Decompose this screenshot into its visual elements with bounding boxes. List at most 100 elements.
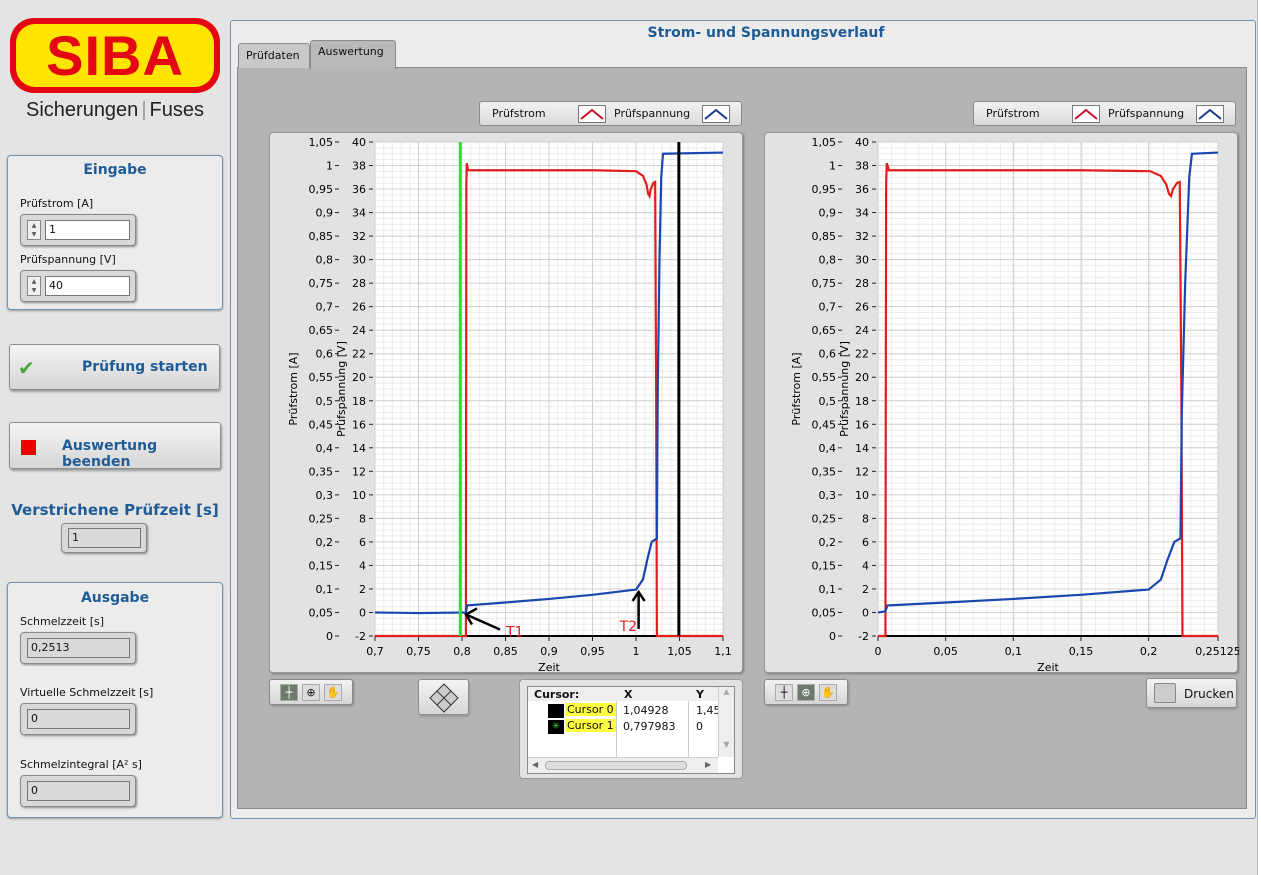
current-tick-label: 0,55	[309, 371, 334, 384]
pruefstrom-stepper[interactable]: ▲ ▼	[27, 220, 41, 240]
evaluation-chart[interactable]: 0,7 0,75 0,8 0,85 0,9 0,95 1 1,05 1,1-2024681012…	[270, 133, 744, 674]
pruefstrom-control: ▲ ▼ 1	[20, 214, 136, 246]
cursor-legend: Cursor: X Y Cursor 0 1,04928 1,45 ✳ Curs…	[519, 679, 743, 779]
elapsed-label: Verstrichene Prüfzeit [s]	[11, 501, 219, 519]
x-tick-label: 0,95	[580, 645, 605, 658]
cursor-tool-icon[interactable]: ┼	[280, 684, 298, 701]
voltage-tick-label: 2	[359, 583, 366, 596]
x-tick-label: 1,1	[714, 645, 732, 658]
x-tick-label: 0,1	[1005, 645, 1023, 658]
x-tick-label: 1	[633, 645, 640, 658]
cursor-move-button[interactable]	[418, 679, 469, 715]
cursor-name: Cursor 0	[565, 703, 616, 716]
voltage-tick-label: 36	[352, 183, 366, 196]
current-tick-label: 0,7	[316, 301, 334, 314]
legend-voltage-swatch[interactable]	[1196, 105, 1224, 123]
current-tick-label: 0,85	[812, 230, 837, 243]
voltage-tick-label: 24	[352, 324, 366, 337]
pruefstrom-input[interactable]: 1	[45, 220, 130, 240]
voltage-tick-label: 28	[855, 277, 869, 290]
current-tick-label: 0,15	[812, 559, 837, 572]
voltage-tick-label: 38	[352, 160, 366, 173]
tab-auswertung[interactable]: Auswertung	[310, 40, 396, 69]
pan-hand-icon[interactable]: ✋	[324, 684, 342, 701]
cursor-row[interactable]: ✳ Cursor 1 0,797983 0	[528, 719, 718, 735]
voltage-axis-label: Prüfspannung [V]	[335, 341, 348, 437]
x-tick-label: 0,75	[406, 645, 431, 658]
printer-icon	[1154, 683, 1176, 703]
legend-current-label: Prüfstrom	[986, 107, 1040, 120]
legend-current-swatch[interactable]	[578, 105, 606, 123]
voltage-tick-label: 6	[862, 536, 869, 549]
horizontal-scrollbar[interactable]: ◀ ▶	[528, 757, 718, 773]
voltage-tick-label: 22	[352, 348, 366, 361]
voltage-tick-label: 40	[352, 136, 366, 149]
x-tick-label: 0,05	[933, 645, 958, 658]
current-tick-label: 0,05	[309, 606, 334, 619]
evaluation-chart-panel: 0,7 0,75 0,8 0,85 0,9 0,95 1 1,05 1,1 -2 0 2 4 6 8 10 12…	[269, 132, 744, 674]
cursor-x: 1,04928	[623, 704, 669, 717]
current-tick-label: 0,85	[309, 230, 334, 243]
integral-label: Schmelzintegral [A² s]	[20, 758, 142, 771]
x-tick-label: 0,85	[493, 645, 518, 658]
voltage-tick-label: 8	[359, 512, 366, 525]
eingabe-title: Eingabe	[83, 162, 147, 178]
current-tick-label: 0,65	[309, 324, 334, 337]
legend-voltage-label: Prüfspannung	[1108, 107, 1185, 120]
legend-current-label: Prüfstrom	[492, 107, 546, 120]
voltage-tick-label: 0	[359, 606, 366, 619]
legend-voltage-label: Prüfspannung	[614, 107, 691, 120]
pruefspannung-control: ▲ ▼ 40	[20, 270, 136, 302]
schmelzzeit-label: Schmelzzeit [s]	[20, 615, 105, 628]
x-tick-label: 0,7	[366, 645, 384, 658]
x-tick-label: 1,05	[667, 645, 692, 658]
current-tick-label: 1	[829, 160, 836, 173]
voltage-tick-label: 22	[855, 348, 869, 361]
cursor-row[interactable]: Cursor 0 1,04928 1,45	[528, 703, 721, 719]
current-tick-label: 0,8	[316, 254, 334, 267]
current-tick-label: 0,35	[812, 465, 837, 478]
pan-hand-icon[interactable]: ✋	[819, 684, 837, 701]
current-axis-label: Prüfstrom [A]	[790, 352, 803, 425]
legend-voltage-swatch[interactable]	[702, 105, 730, 123]
cursor-tool-icon[interactable]: ┼	[775, 684, 793, 701]
voltage-tick-label: 26	[855, 301, 869, 314]
siba-logo: SIBA	[10, 18, 220, 93]
current-tick-label: 0,55	[812, 371, 837, 384]
start-test-button[interactable]: ✔ Prüfung starten	[9, 344, 220, 390]
zoom-tool-icon[interactable]: ⊕	[302, 684, 320, 701]
voltage-tick-label: 4	[862, 559, 869, 572]
y-col-header: Y	[696, 688, 704, 701]
print-button[interactable]: Drucken	[1146, 678, 1237, 708]
vertical-scrollbar[interactable]: ▲ ▼	[718, 687, 734, 757]
voltage-tick-label: 14	[352, 442, 366, 455]
current-tick-label: 0,75	[812, 277, 837, 290]
legend-current-swatch[interactable]	[1072, 105, 1100, 123]
voltage-tick-label: 38	[855, 160, 869, 173]
tagline-right: Fuses	[149, 99, 204, 121]
current-tick-label: 1,05	[812, 136, 837, 149]
current-tick-label: 0,45	[309, 418, 334, 431]
current-tick-label: 0,05	[812, 606, 837, 619]
pruefspannung-label: Prüfspannung [V]	[20, 253, 116, 266]
voltage-tick-label: 20	[855, 371, 869, 384]
logo-text: SIBA	[16, 24, 214, 87]
x-tick-label: 0,2	[1140, 645, 1158, 658]
zoom-tool-icon[interactable]: ⊕	[797, 684, 815, 701]
voltage-tick-label: 0	[862, 606, 869, 619]
pruefspannung-stepper[interactable]: ▲ ▼	[27, 276, 41, 296]
current-tick-label: 0,2	[316, 536, 334, 549]
scrollbar-thumb[interactable]	[545, 761, 687, 770]
full-chart[interactable]: 0 0,05 0,1 0,15 0,2 0,25125-20246810121416182…	[765, 133, 1241, 674]
voltage-tick-label: 10	[855, 489, 869, 502]
current-tick-label: 0,6	[819, 348, 837, 361]
pruefstrom-label: Prüfstrom [A]	[20, 197, 94, 210]
current-tick-label: 0,25	[309, 512, 334, 525]
voltage-tick-label: 26	[352, 301, 366, 314]
window-scrollbar[interactable]	[1257, 0, 1261, 875]
current-tick-label: 0,1	[819, 583, 837, 596]
pruefspannung-input[interactable]: 40	[45, 276, 130, 296]
stop-evaluation-button[interactable]: Auswertung beenden	[9, 422, 221, 470]
tab-pruefdaten[interactable]: Prüfdaten	[238, 43, 310, 68]
voltage-tick-label: 6	[359, 536, 366, 549]
